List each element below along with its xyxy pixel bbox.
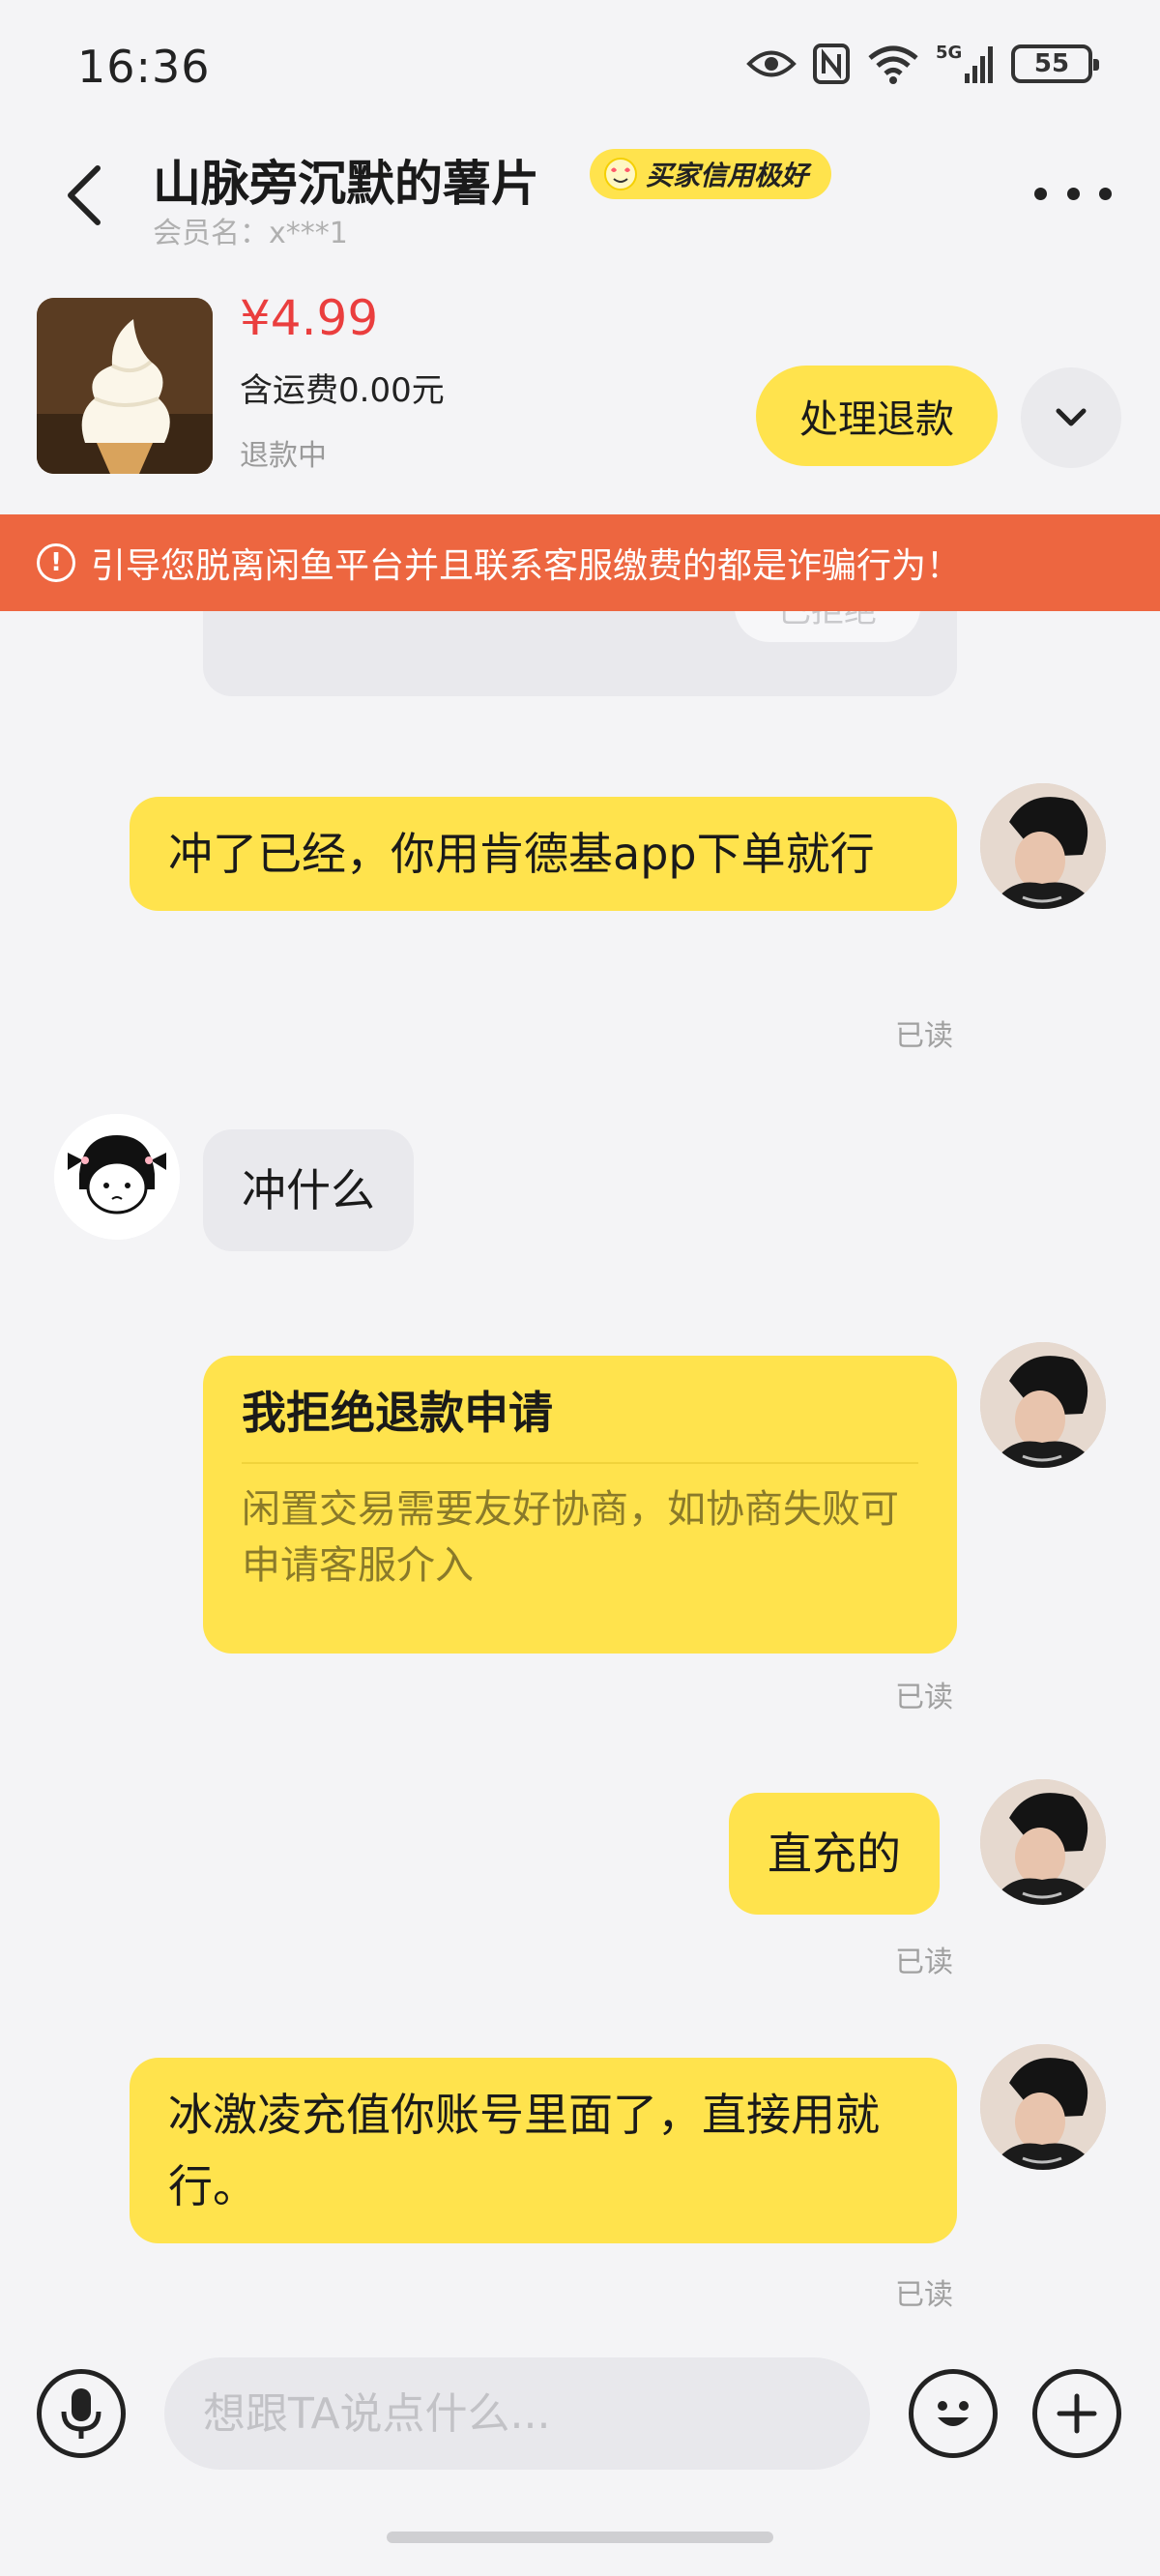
fraud-warning-banner: ! 引导您脱离闲鱼平台并且联系客服缴费的都是诈骗行为！ [0,514,1160,611]
product-card[interactable]: ¥4.99 含运费0.00元 退款中 处理退款 [0,290,1160,512]
read-receipt: 已读 [895,2278,953,2312]
card-divider [242,1462,918,1464]
eye-icon [746,50,797,77]
refund-status: 退款中 [240,439,327,473]
status-time: 16:36 [77,41,211,93]
heart-eyes-emoji-icon [604,158,637,190]
read-receipt: 已读 [895,1681,953,1714]
avatar-image [980,783,1106,909]
microphone-icon [61,2388,102,2439]
product-price: ¥4.99 [240,290,379,346]
refund-reject-card[interactable]: 我拒绝退款申请 闲置交易需要友好协商，如协商失败可申请客服介入 [203,1356,957,1654]
chevron-down-icon [1056,408,1087,426]
ice-cream-image [37,298,213,474]
seller-name[interactable]: 山脉旁沉默的薯片 [153,145,539,215]
credit-badge: 买家信用极好 [590,149,832,199]
chat-screen: 16:36 5G 55 山脉旁沉默的薯片 买家信用极好 会员名：x***1 ¥4… [0,0,1160,2576]
more-actions-button[interactable] [1032,2369,1121,2458]
dot-icon [1034,187,1047,200]
shipping-fee: 含运费0.00元 [240,371,445,410]
card-title: 我拒绝退款申请 [242,1387,553,1439]
read-receipt: 已读 [895,1019,953,1053]
message-bubble-sent[interactable]: 冲了已经，你用肯德基app下单就行 [130,797,957,911]
plus-icon [1057,2393,1097,2434]
more-options-button[interactable] [1034,174,1112,213]
card-body: 闲置交易需要友好协商，如协商失败可申请客服介入 [242,1487,899,1588]
product-image[interactable] [37,298,213,474]
dot-icon [1099,187,1112,200]
message-text: 冰激凌充值你账号里面了，直接用就行。 [168,2089,880,2212]
avatar-image [980,1779,1106,1905]
member-id: 会员名：x***1 [153,217,348,250]
my-avatar[interactable] [980,1779,1106,1905]
message-list[interactable]: 已拒绝 冲了已经，你用肯德基app下单就行 已读 [0,611,1160,2332]
avatar-image [54,1114,180,1240]
chat-header: 山脉旁沉默的薯片 买家信用极好 会员名：x***1 [0,135,1160,290]
avatar-image [980,2044,1106,2170]
voice-input-button[interactable] [37,2369,126,2458]
dot-icon [1066,187,1080,200]
message-bubble-sent[interactable]: 冰激凌充值你账号里面了，直接用就行。 [130,2058,957,2243]
other-avatar[interactable] [54,1114,180,1240]
input-bar [0,2332,1160,2506]
back-button[interactable] [50,157,118,234]
status-bar: 16:36 5G 55 [0,0,1160,135]
signal-icon: 5G [936,43,993,83]
battery-level: 55 [1033,49,1070,78]
message-text: 冲什么 [242,1164,375,1216]
rejected-button: 已拒绝 [735,611,920,642]
handle-refund-button[interactable]: 处理退款 [756,366,998,466]
credit-badge-label: 买家信用极好 [646,160,809,191]
network-label: 5G [936,43,962,63]
message-input[interactable] [164,2357,870,2470]
message-bubble-received[interactable]: 冲什么 [203,1129,414,1251]
avatar-image [980,1342,1106,1468]
exclamation-icon: ! [37,543,75,582]
my-avatar[interactable] [980,1342,1106,1468]
read-receipt: 已读 [895,1946,953,1979]
rejected-button-label: 已拒绝 [778,611,877,631]
my-avatar[interactable] [980,783,1106,909]
battery-icon: 55 [1011,44,1099,83]
message-text: 冲了已经，你用肯德基app下单就行 [168,828,875,880]
message-text: 直充的 [768,1828,901,1880]
expand-button[interactable] [1021,367,1121,468]
nfc-icon [813,44,850,84]
home-indicator[interactable] [387,2532,773,2543]
partial-refund-card: 已拒绝 [203,611,957,696]
wifi-icon [868,45,918,84]
emoji-icon [938,2401,969,2426]
warning-text: 引导您脱离闲鱼平台并且联系客服缴费的都是诈骗行为！ [91,546,962,586]
status-icons: 5G 55 [746,43,1099,85]
message-bubble-sent[interactable]: 直充的 [729,1793,940,1915]
my-avatar[interactable] [980,2044,1106,2170]
chevron-left-icon [68,165,101,225]
emoji-button[interactable] [909,2369,998,2458]
